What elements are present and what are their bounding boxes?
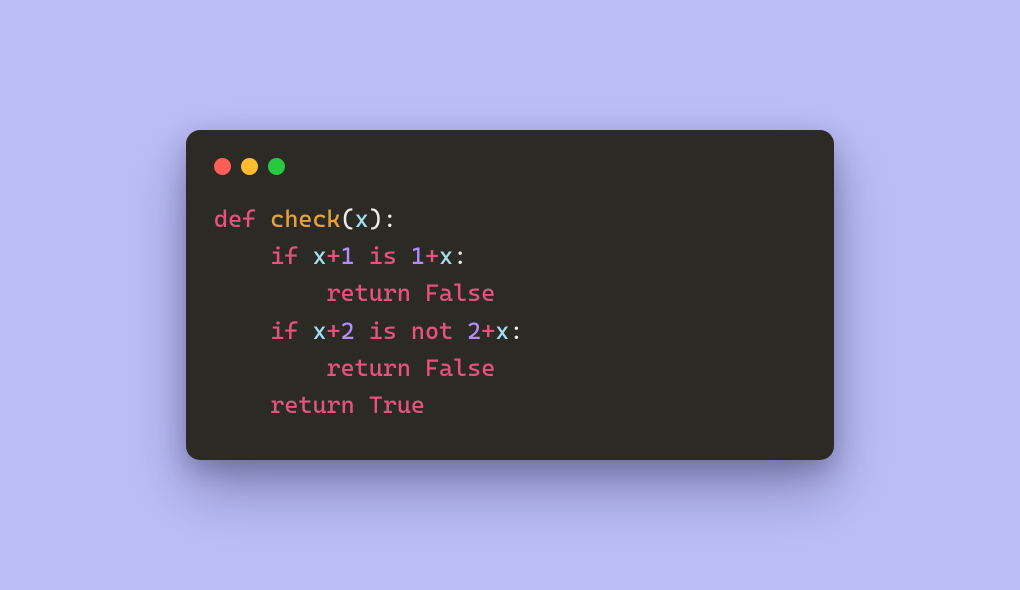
op-plus: + <box>327 242 341 270</box>
var-x: x <box>439 242 453 270</box>
indent <box>214 317 270 345</box>
op-plus: + <box>425 242 439 270</box>
keyword-is: is <box>369 242 397 270</box>
keyword-return: return <box>270 391 354 419</box>
param-x: x <box>355 205 369 233</box>
window-titlebar <box>212 154 808 201</box>
keyword-if: if <box>270 242 298 270</box>
space <box>355 391 369 419</box>
const-false: False <box>425 279 495 307</box>
num-1: 1 <box>341 242 355 270</box>
code-block: def check(x): if x+1 is 1+x: return Fals… <box>212 201 808 430</box>
space <box>298 317 312 345</box>
minimize-button[interactable] <box>241 158 258 175</box>
indent <box>214 242 270 270</box>
keyword-def: def <box>214 205 256 233</box>
colon: : <box>383 205 397 233</box>
indent <box>214 354 327 382</box>
space <box>355 242 369 270</box>
indent <box>214 279 327 307</box>
code-line: return False <box>214 279 495 307</box>
keyword-return: return <box>327 354 411 382</box>
const-true: True <box>369 391 425 419</box>
space <box>397 242 411 270</box>
code-line: def check(x): <box>214 205 397 233</box>
space <box>397 317 411 345</box>
code-line: return True <box>214 391 425 419</box>
keyword-is: is <box>369 317 397 345</box>
space <box>411 354 425 382</box>
num-2: 2 <box>467 317 481 345</box>
close-button[interactable] <box>214 158 231 175</box>
space <box>298 242 312 270</box>
indent <box>214 391 270 419</box>
space <box>355 317 369 345</box>
space <box>256 205 270 233</box>
op-plus: + <box>481 317 495 345</box>
function-name: check <box>270 205 340 233</box>
zoom-button[interactable] <box>268 158 285 175</box>
num-2: 2 <box>341 317 355 345</box>
const-false: False <box>425 354 495 382</box>
var-x: x <box>312 317 326 345</box>
colon: : <box>453 242 467 270</box>
space <box>453 317 467 345</box>
op-plus: + <box>327 317 341 345</box>
var-x: x <box>312 242 326 270</box>
paren-close: ) <box>369 205 383 233</box>
code-line: if x+2 is not 2+x: <box>214 317 523 345</box>
keyword-return: return <box>327 279 411 307</box>
keyword-if: if <box>270 317 298 345</box>
keyword-not: not <box>411 317 453 345</box>
colon: : <box>509 317 523 345</box>
code-line: return False <box>214 354 495 382</box>
paren-open: ( <box>341 205 355 233</box>
space <box>411 279 425 307</box>
code-window: def check(x): if x+1 is 1+x: return Fals… <box>186 130 834 460</box>
var-x: x <box>495 317 509 345</box>
num-1: 1 <box>411 242 425 270</box>
code-line: if x+1 is 1+x: <box>214 242 467 270</box>
